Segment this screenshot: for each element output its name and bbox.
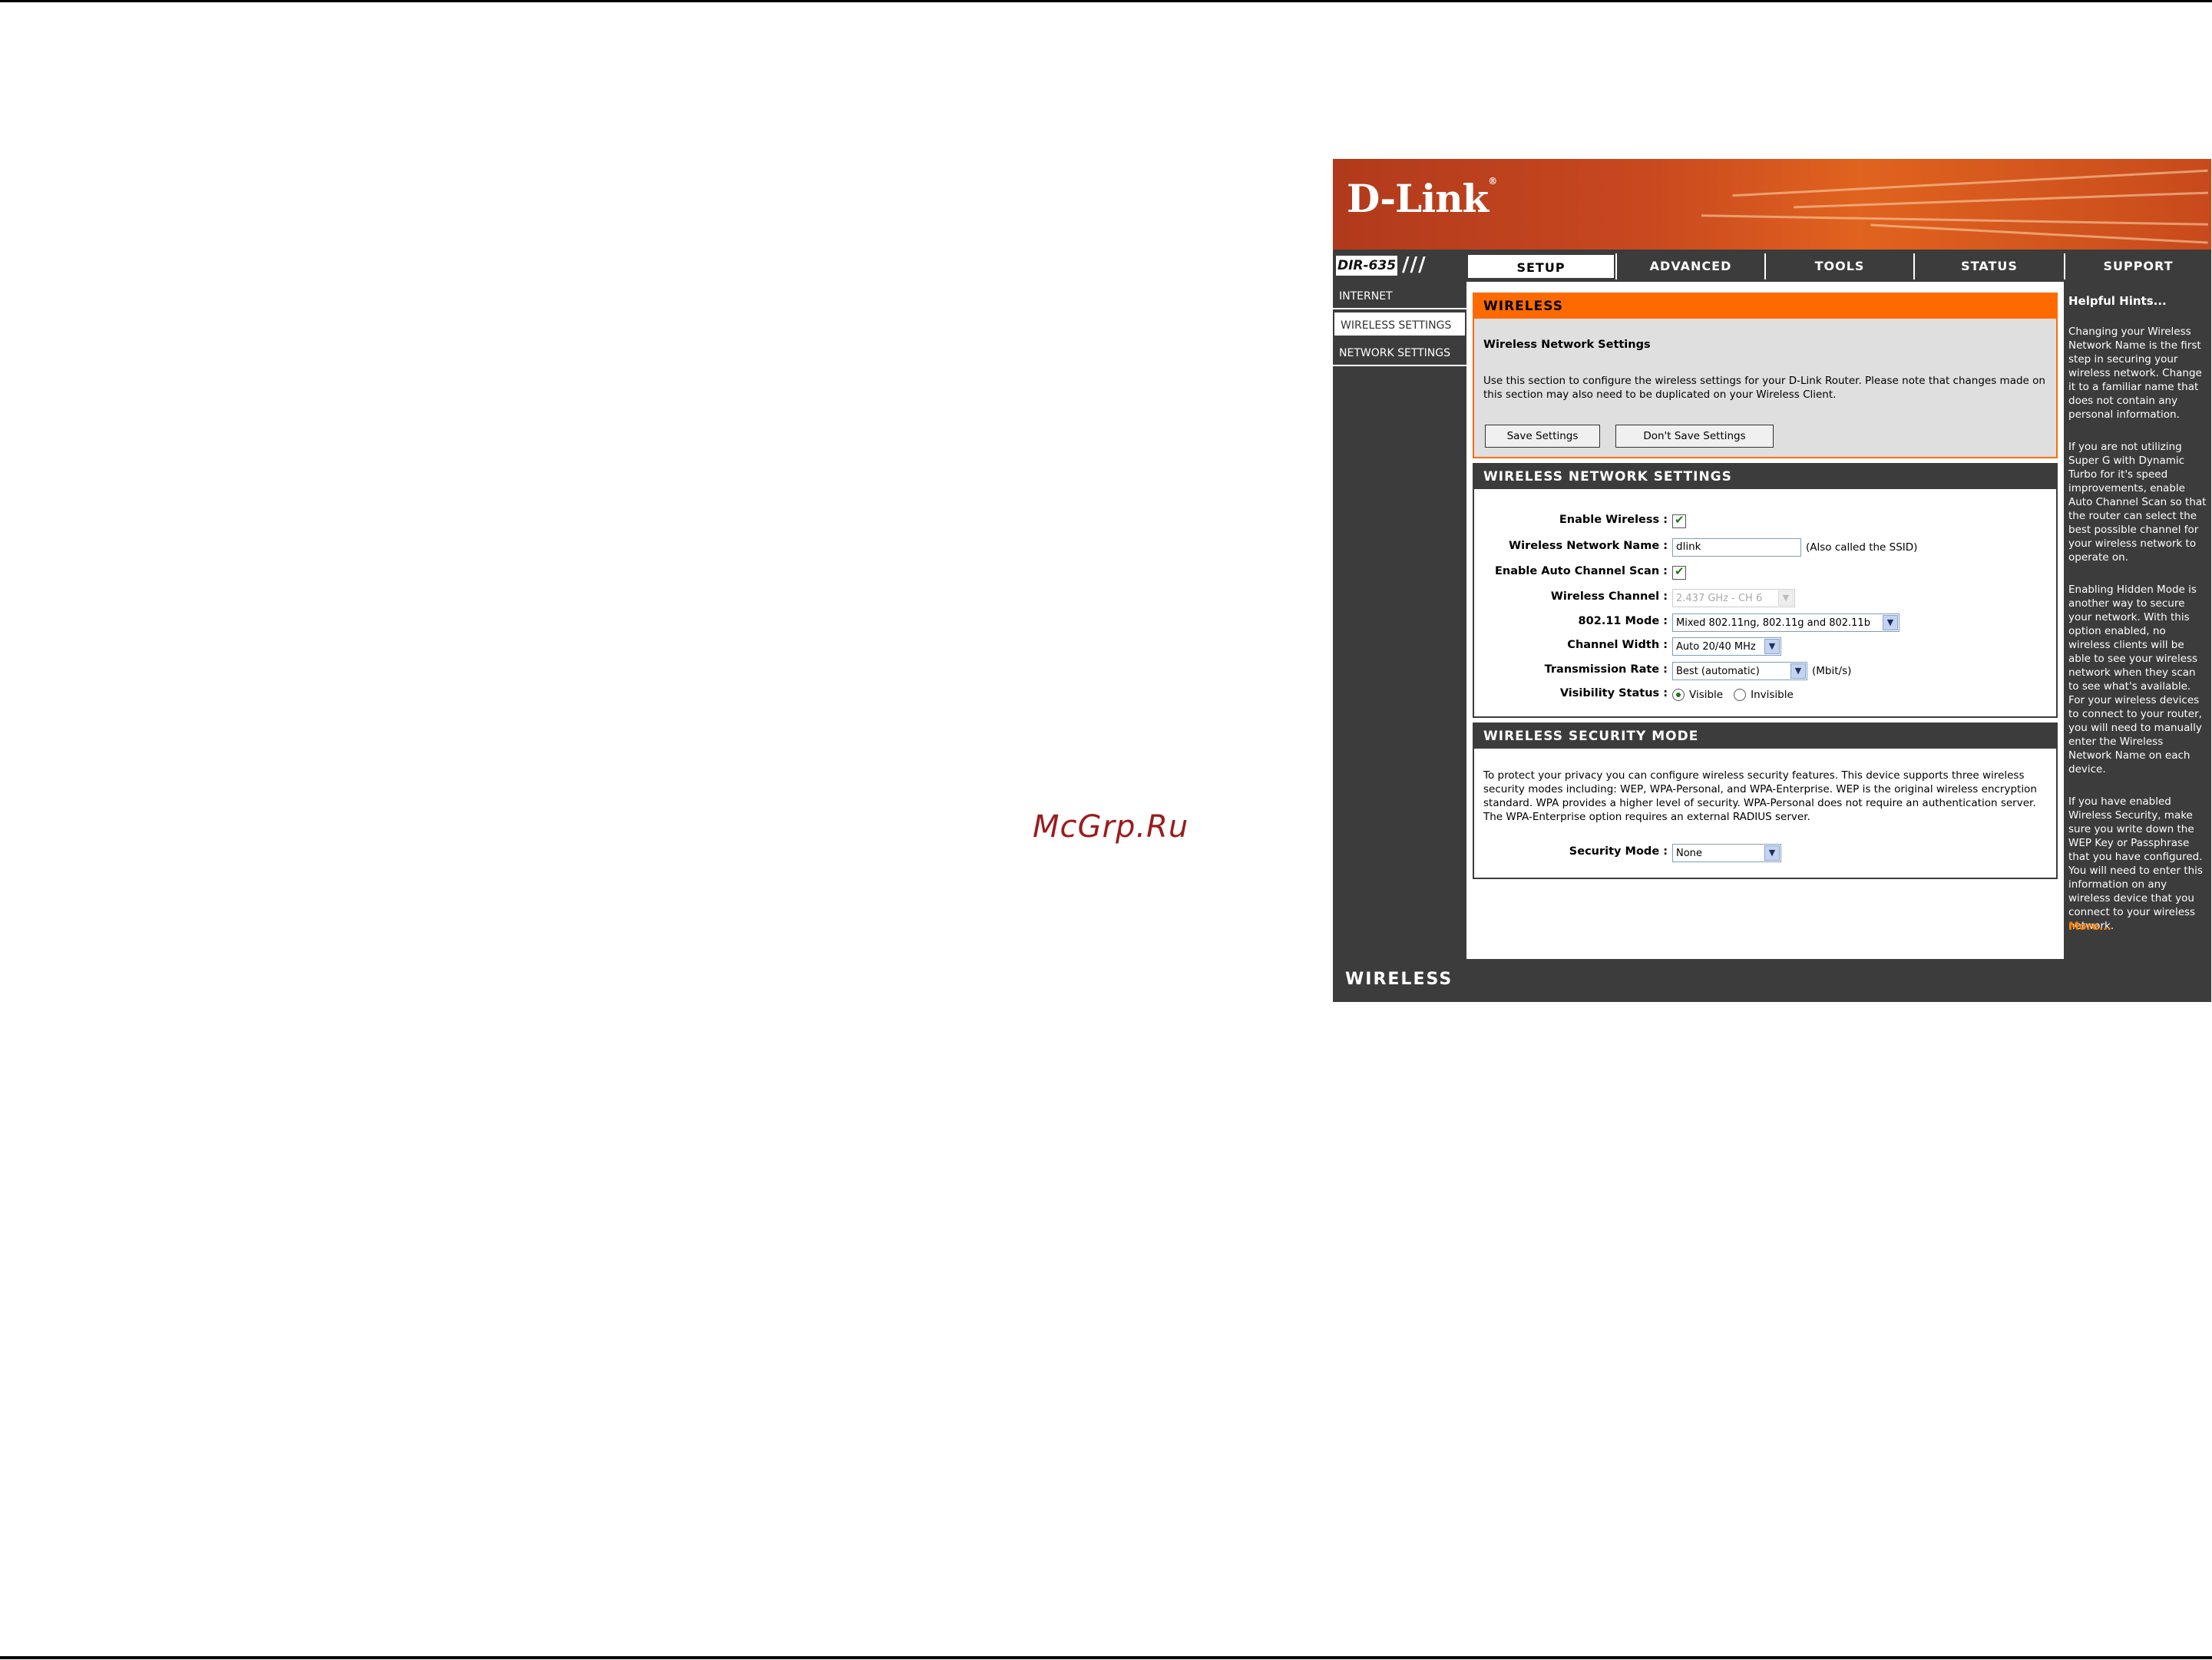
security-mode-row: Security Mode : None ▼ bbox=[1474, 842, 2059, 864]
enable-wireless-checkbox[interactable] bbox=[1672, 513, 1686, 528]
tab-status[interactable]: STATUS bbox=[1913, 253, 2064, 279]
transmission-rate-row: Transmission Rate : Best (automatic) ▼ (M… bbox=[1474, 660, 2059, 682]
mode-label: 802.11 Mode : bbox=[1578, 615, 1668, 627]
enable-wireless-label: Enable Wireless : bbox=[1559, 514, 1668, 526]
visible-radio[interactable] bbox=[1672, 689, 1685, 701]
sidebar-item-network-settings[interactable]: NETWORK SETTINGS bbox=[1333, 340, 1466, 366]
network-name-row: Wireless Network Name : dlink (Also call… bbox=[1474, 537, 2059, 558]
slash-decoration: / / / bbox=[1402, 253, 1426, 276]
channel-width-row: Channel Width : Auto 20/40 MHz ▼ bbox=[1474, 636, 2059, 657]
hint-paragraph: Enabling Hidden Mode is another way to s… bbox=[2068, 584, 2202, 775]
network-name-input[interactable]: dlink bbox=[1672, 538, 1801, 557]
network-name-label: Wireless Network Name : bbox=[1509, 540, 1668, 552]
tab-advanced[interactable]: ADVANCED bbox=[1615, 253, 1764, 279]
sidebar-item-internet[interactable]: INTERNET bbox=[1333, 283, 1466, 309]
auto-channel-row: Enable Auto Channel Scan : bbox=[1474, 562, 2059, 584]
router-admin-screen: D-Link® DIR-635 / / / SETUP ADVANCED TOO… bbox=[1333, 159, 2211, 1002]
section-header: WIRELESS bbox=[1474, 294, 2056, 319]
hints-title: Helpful Hints... bbox=[2068, 294, 2167, 308]
visibility-row: Visibility Status : Visible Invisible bbox=[1474, 684, 2059, 706]
mode-row: 802.11 Mode : Mixed 802.11ng, 802.11g an… bbox=[1474, 612, 2059, 633]
tab-tools[interactable]: TOOLS bbox=[1764, 253, 1913, 279]
wireless-intro-section: WIRELESS Wireless Network Settings Use t… bbox=[1473, 293, 2058, 458]
wireless-channel-row: Wireless Channel : 2.437 GHz - CH 6 ▼ bbox=[1474, 587, 2059, 609]
hint-paragraph: Changing your Wireless Network Name is t… bbox=[2068, 326, 2202, 421]
auto-channel-checkbox[interactable] bbox=[1672, 564, 1686, 580]
security-mode-label: Security Mode : bbox=[1569, 845, 1668, 858]
mode-select[interactable]: Mixed 802.11ng, 802.11g and 802.11b ▼ bbox=[1672, 613, 1900, 632]
transmission-rate-label: Transmission Rate : bbox=[1544, 663, 1668, 676]
wireless-channel-select[interactable]: 2.437 GHz - CH 6 ▼ bbox=[1672, 589, 1795, 607]
chevron-down-icon: ▼ bbox=[1764, 845, 1780, 861]
auto-channel-label: Enable Auto Channel Scan : bbox=[1495, 565, 1668, 577]
top-rule bbox=[0, 0, 2212, 2]
bottom-rule bbox=[0, 1656, 2212, 1659]
watermark: McGrp.Ru bbox=[1033, 809, 1189, 845]
brand-banner: D-Link® bbox=[1333, 159, 2211, 250]
intro-description: Use this section to configure the wirele… bbox=[1483, 375, 2045, 401]
channel-width-select[interactable]: Auto 20/40 MHz ▼ bbox=[1672, 637, 1781, 656]
invisible-radio[interactable] bbox=[1734, 689, 1747, 701]
rate-unit: (Mbit/s) bbox=[1812, 665, 1852, 677]
hints-body: Changing your Wireless Network Name is t… bbox=[2068, 325, 2207, 951]
sidebar-item-wireless-settings[interactable]: WIRELESS SETTINGS bbox=[1333, 311, 1466, 337]
more-link[interactable]: More... bbox=[2068, 921, 2111, 933]
dont-save-settings-button[interactable]: Don't Save Settings bbox=[1615, 425, 1774, 448]
wireless-security-mode-section: WIRELESS SECURITY MODE To protect your p… bbox=[1473, 723, 2058, 879]
tab-setup[interactable]: SETUP bbox=[1466, 253, 1615, 279]
model-label: DIR-635 bbox=[1336, 256, 1397, 276]
enable-wireless-row: Enable Wireless : bbox=[1474, 511, 2059, 532]
helpful-hints-panel: Helpful Hints... Changing your Wireless … bbox=[2064, 282, 2211, 959]
save-settings-button[interactable]: Save Settings bbox=[1485, 425, 1600, 448]
transmission-rate-select[interactable]: Best (automatic) ▼ bbox=[1672, 662, 1807, 680]
wireless-network-settings-section: WIRELESS NETWORK SETTINGS Enable Wireles… bbox=[1473, 463, 2058, 718]
chevron-down-icon: ▼ bbox=[1764, 639, 1780, 654]
sidebar: INTERNET WIRELESS SETTINGS NETWORK SETTI… bbox=[1333, 282, 1466, 959]
hint-paragraph: If you are not utilizing Super G with Dy… bbox=[2068, 441, 2207, 564]
ssid-note: (Also called the SSID) bbox=[1806, 541, 1918, 554]
tab-support[interactable]: SUPPORT bbox=[2064, 253, 2211, 279]
main-content: WIRELESS Wireless Network Settings Use t… bbox=[1466, 282, 2064, 959]
chevron-down-icon: ▼ bbox=[1790, 663, 1806, 679]
model-badge: DIR-635 / / / bbox=[1334, 253, 1466, 278]
footer-label: WIRELESS bbox=[1345, 970, 1453, 989]
channel-width-label: Channel Width : bbox=[1567, 639, 1668, 651]
section-header: WIRELESS NETWORK SETTINGS bbox=[1474, 465, 2056, 489]
footer-bar: WIRELESS bbox=[1333, 959, 2211, 1002]
visibility-label: Visibility Status : bbox=[1559, 687, 1668, 699]
security-description: To protect your privacy you can configur… bbox=[1483, 769, 2037, 823]
top-nav: DIR-635 / / / SETUP ADVANCED TOOLS STATU… bbox=[1333, 251, 2211, 280]
page-title: Wireless Network Settings bbox=[1483, 339, 1651, 351]
security-mode-select[interactable]: None ▼ bbox=[1672, 844, 1781, 862]
visible-label: Visible bbox=[1689, 689, 1724, 701]
hint-paragraph: If you have enabled Wireless Security, m… bbox=[2068, 795, 2203, 932]
wireless-channel-label: Wireless Channel : bbox=[1550, 590, 1668, 603]
dlink-logo: D-Link® bbox=[1347, 176, 1497, 221]
invisible-label: Invisible bbox=[1751, 689, 1794, 701]
chevron-down-icon: ▼ bbox=[1778, 590, 1794, 606]
section-header: WIRELESS SECURITY MODE bbox=[1474, 724, 2056, 749]
chevron-down-icon: ▼ bbox=[1883, 615, 1898, 630]
